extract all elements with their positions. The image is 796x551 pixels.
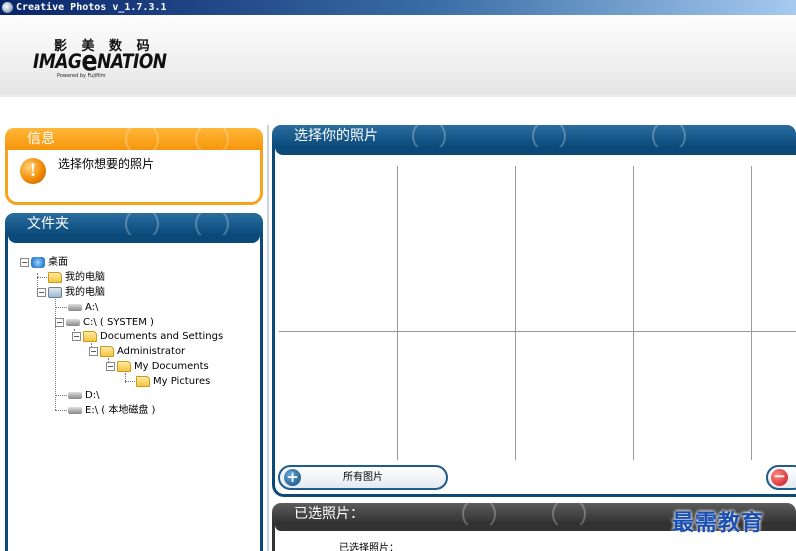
choose-photos-title-text: 选择你的照片 [294,128,378,144]
folder-icon [83,330,97,342]
tree-connector [55,395,67,396]
tree-connector [37,277,47,278]
tree-item-label: C:\ ( SYSTEM ) [83,317,154,328]
tree-item-drive-c[interactable]: − C:\ ( SYSTEM ) [55,316,154,330]
tree-item-label: My Documents [134,361,209,372]
info-panel-title-text: 信息 [27,131,55,147]
selected-photos-title-text: 已选照片： [294,506,364,522]
collapse-toggle[interactable]: − [20,257,29,267]
panel-top-curve [275,147,796,155]
folder-icon [48,271,62,283]
all-photos-label: 所有图片 [343,472,383,483]
watermark-text: 最需教育 [672,510,765,536]
tree-item-label: My Pictures [153,376,211,387]
title-decoration [195,128,229,150]
tree-item-documents-and-settings[interactable]: − Documents and Settings [72,330,223,344]
tree-item-label: 我的电脑 [65,287,105,298]
collapse-toggle[interactable]: − [89,346,98,356]
warning-icon: ! [20,158,46,184]
folder-panel-title: 文件夹 [5,213,263,235]
minus-icon: − [771,469,788,486]
title-decoration [125,213,159,235]
drive-icon [68,303,82,311]
all-photos-button[interactable]: + 所有图片 [278,465,448,490]
tree-item-label: Administrator [117,346,186,357]
app-header: 影 美 数 码 IMAGeNATION Powered by Fujifilm [0,15,796,97]
title-decoration [125,128,159,150]
tree-item-label: Documents and Settings [100,331,224,342]
tree-connector [55,307,67,308]
collapse-toggle[interactable]: − [37,287,46,297]
tree-item-drive-a[interactable]: A:\ [68,301,98,315]
drive-icon [68,406,82,414]
tree-item-label: E:\ ( 本地磁盘 ) [85,405,156,416]
tree-item-my-documents[interactable]: − My Documents [106,360,209,374]
collapse-toggle[interactable]: − [72,331,81,341]
logo-text-right: NATION [97,50,167,74]
folder-icon [100,345,114,357]
choose-photos-title: 选择你的照片 [272,125,796,147]
tree-item-drive-e[interactable]: E:\ ( 本地磁盘 ) [68,404,155,418]
photo-grid-panel[interactable] [272,147,796,497]
folder-tree-panel[interactable]: − 桌面 我的电脑 − 我的电脑 A:\ − C:\ ( SYSTEM ) − Docu… [5,235,263,551]
drive-icon [66,318,80,326]
tree-item-drive-d[interactable]: D:\ [68,389,99,403]
brand-logo: IMAGeNATION [33,44,167,77]
plus-icon: + [284,469,301,486]
tree-item-my-pictures[interactable]: My Pictures [136,375,210,389]
grid-line [397,166,398,460]
powered-by-text: Powered by Fujifilm [57,73,106,79]
panel-top-curve [8,235,260,243]
tree-item-desktop[interactable]: − 桌面 [20,256,68,270]
tree-item-label: 桌面 [48,257,68,268]
grid-line [515,166,516,460]
title-decoration [552,503,586,525]
collapse-toggle[interactable]: − [55,317,64,327]
window-title-bar[interactable]: Creative Photos v_1.7.3.1 [0,0,796,15]
tree-item-label: D:\ [85,390,100,401]
desktop-icon [31,256,45,268]
info-panel-title: 信息 [5,128,263,150]
tree-item-label: 我的电脑 [65,272,105,283]
folder-icon [117,360,131,372]
tree-item-my-computer-folder[interactable]: 我的电脑 [48,271,105,285]
tree-connector [125,381,135,382]
remove-button[interactable]: − [766,465,796,490]
title-decoration [652,125,686,147]
panel-divider [267,125,269,551]
folder-icon [136,375,150,387]
info-panel: ! 选择你想要的照片 [5,150,263,205]
grid-line [279,331,796,332]
title-decoration [195,213,229,235]
computer-icon [48,286,62,298]
logo-text-left: IMAG [33,50,82,74]
folder-panel-title-text: 文件夹 [27,216,69,232]
grid-line [633,166,634,460]
tree-item-my-computer[interactable]: − 我的电脑 [37,286,105,300]
grid-line [751,166,752,460]
tree-item-label: A:\ [85,302,99,313]
title-decoration [532,125,566,147]
drive-icon [68,391,82,399]
window-title: Creative Photos v_1.7.3.1 [16,2,167,13]
selected-photos-label: 已选择照片： [339,543,399,551]
collapse-toggle[interactable]: − [106,361,115,371]
tree-item-administrator[interactable]: − Administrator [89,345,185,359]
info-message: 选择你想要的照片 [58,157,155,171]
app-icon [2,2,13,13]
tree-connector [55,410,67,411]
logo-e-mark: e [81,44,98,77]
title-decoration [412,125,446,147]
title-decoration [462,503,496,525]
